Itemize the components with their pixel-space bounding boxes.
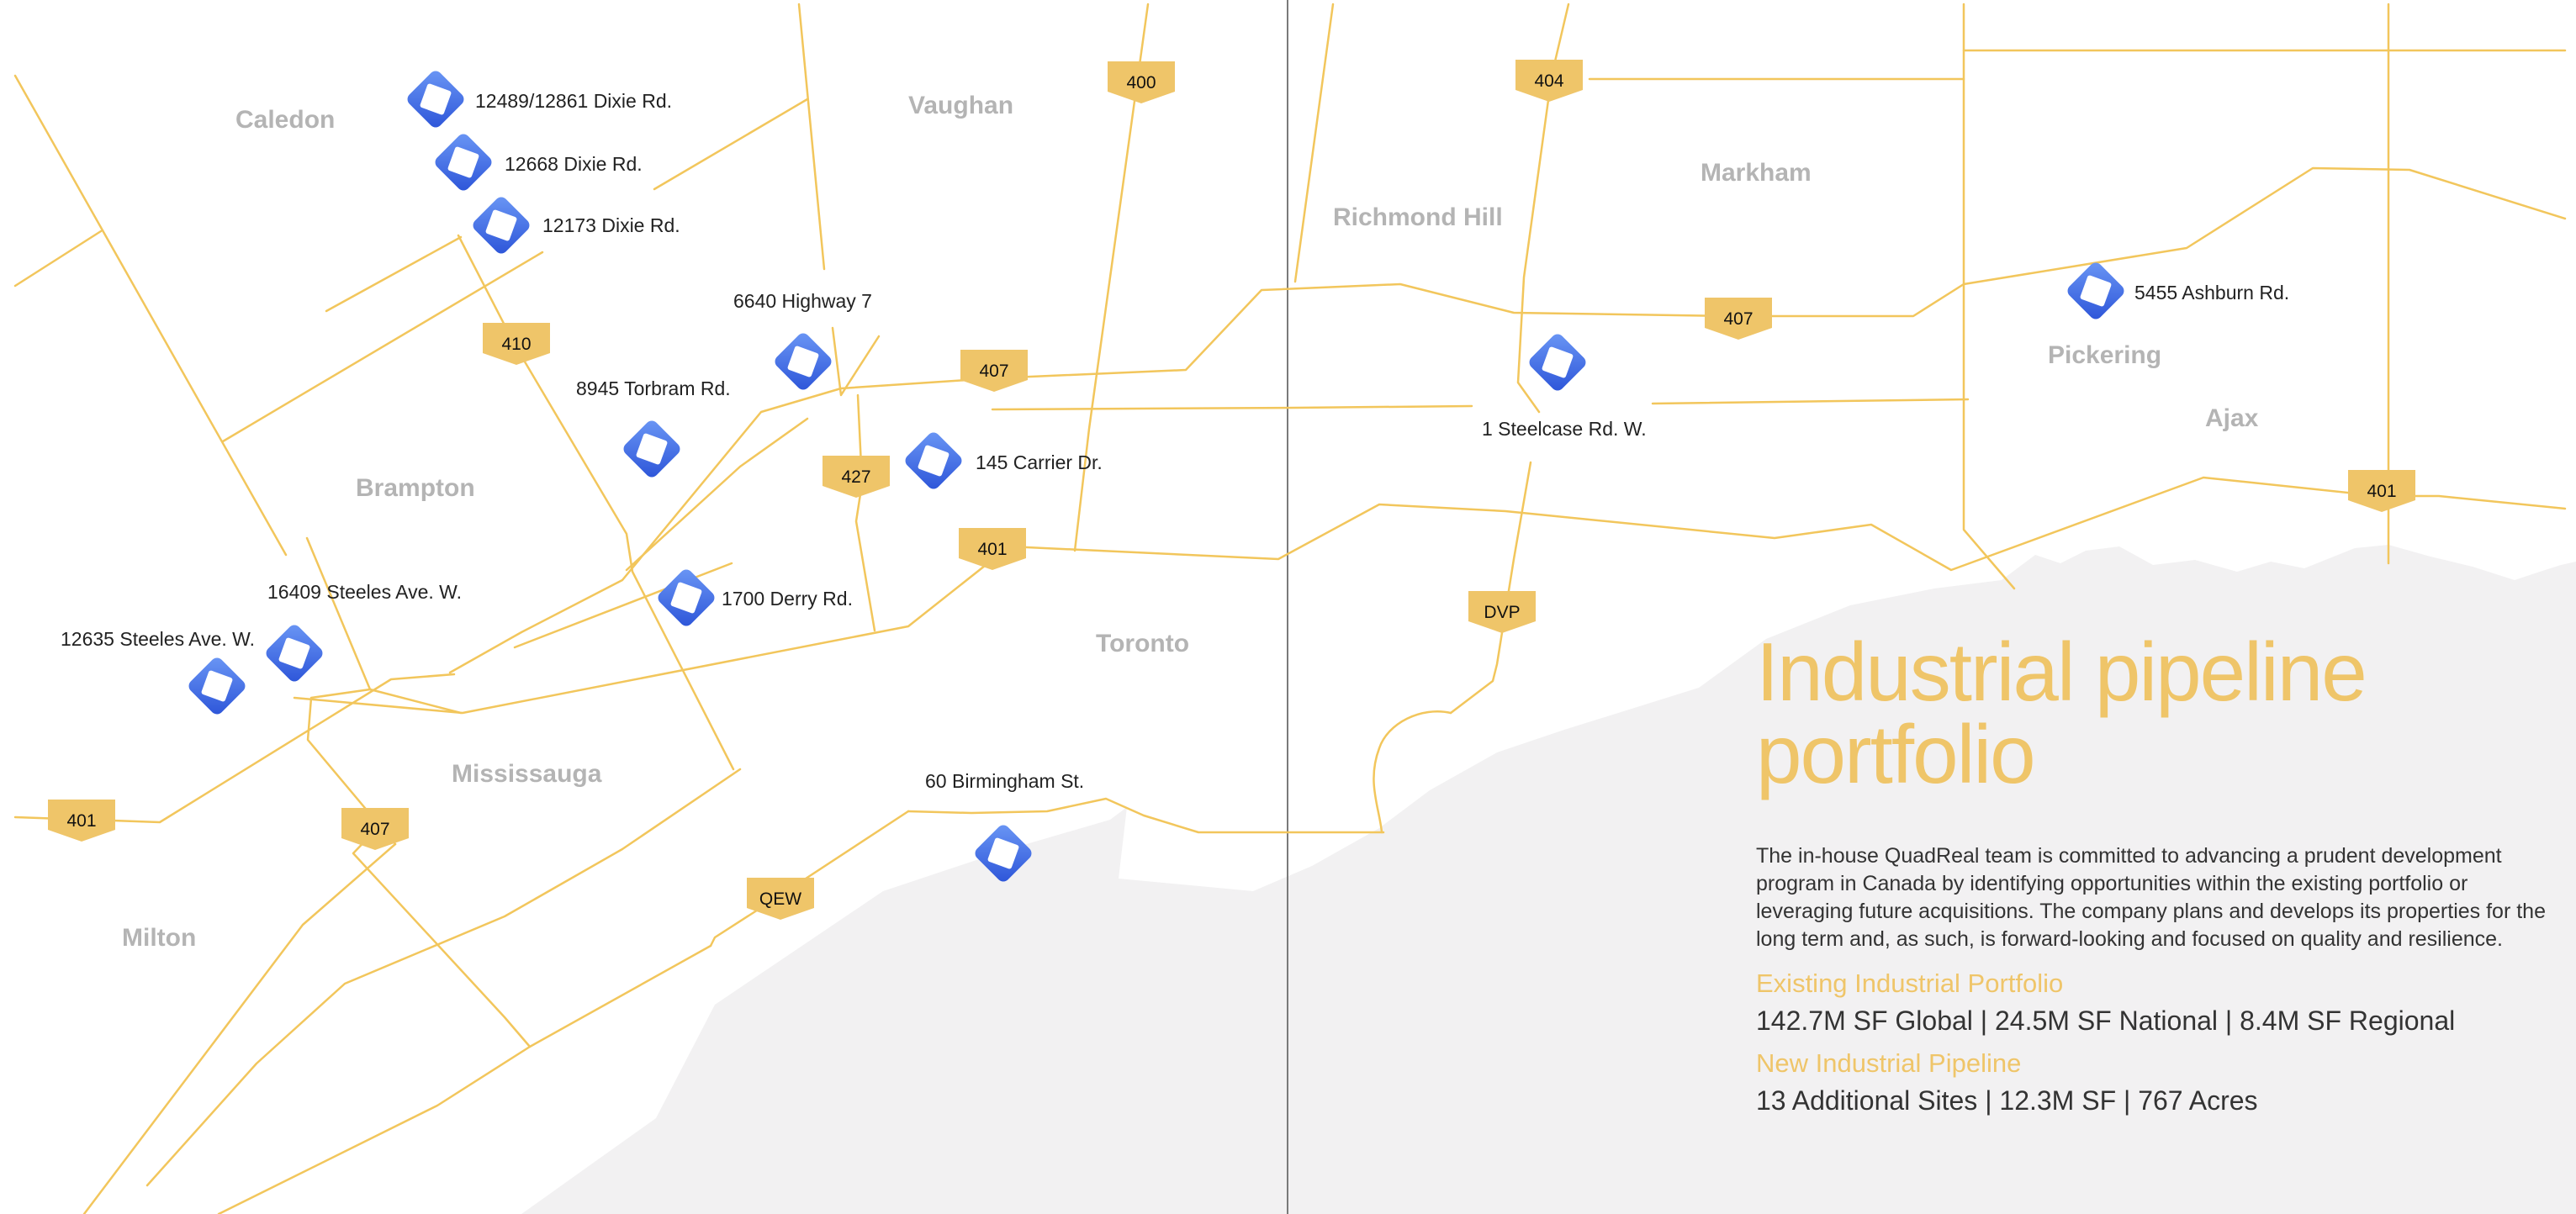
city-label-caledon: Caledon	[235, 106, 335, 134]
city-label-brampton: Brampton	[356, 474, 475, 502]
site-marker-derry-1700[interactable]: 1700 Derry Rd.	[655, 567, 853, 629]
site-label: 1 Steelcase Rd. W.	[1482, 418, 1647, 440]
svg-text:410: 410	[501, 335, 531, 354]
svg-text:407: 407	[1723, 309, 1753, 329]
highway-shield-407: 407	[960, 350, 1028, 392]
highway-shield-qew: QEW	[747, 878, 814, 920]
site-marker-steeles-16409[interactable]: 16409 Steeles Ave. W.	[263, 581, 462, 684]
site-marker-highway7-6640[interactable]: 6640 Highway 7	[733, 290, 872, 393]
site-label: 12173 Dixie Rd.	[542, 214, 680, 236]
pipeline-heading: New Industrial Pipeline	[1756, 1048, 2022, 1078]
highway-shield-427: 427	[823, 456, 890, 498]
city-label-markham: Markham	[1701, 159, 1812, 187]
svg-text:401: 401	[977, 540, 1007, 559]
site-marker-dixie-12489[interactable]: 12489/12861 Dixie Rd.	[405, 68, 672, 130]
site-label: 12489/12861 Dixie Rd.	[475, 90, 672, 112]
city-label-milton: Milton	[122, 924, 196, 952]
site-label: 145 Carrier Dr.	[976, 451, 1103, 473]
existing-portfolio-heading: Existing Industrial Portfolio	[1756, 969, 2064, 998]
svg-text:407: 407	[979, 362, 1008, 381]
highway-shield-407: 407	[341, 808, 409, 850]
city-label-toronto: Toronto	[1096, 630, 1189, 657]
site-marker-steelcase-1[interactable]: 1 Steelcase Rd. W.	[1482, 331, 1647, 440]
svg-text:404: 404	[1534, 71, 1563, 91]
city-label-pickering: Pickering	[2048, 341, 2161, 369]
highway-shield-400: 400	[1108, 61, 1175, 103]
info-panel: Industrial pipeline portfolio The in-hou…	[1756, 631, 2547, 1128]
page-title-line2: portfolio	[1756, 708, 2036, 800]
highway-shield-410: 410	[483, 323, 550, 365]
site-marker-dixie-12173[interactable]: 12173 Dixie Rd.	[470, 194, 680, 256]
highway-shield-dvp: DVP	[1468, 591, 1536, 633]
site-label: 5455 Ashburn Rd.	[2134, 282, 2289, 304]
highway-shield-407: 407	[1705, 298, 1772, 340]
svg-text:401: 401	[2367, 482, 2396, 501]
page-title-line1: Industrial pipeline	[1756, 625, 2367, 718]
svg-text:427: 427	[841, 467, 870, 487]
city-label-mississauga: Mississauga	[452, 760, 602, 788]
site-label: 6640 Highway 7	[733, 290, 872, 312]
site-marker-dixie-12668[interactable]: 12668 Dixie Rd.	[432, 131, 643, 193]
site-label: 16409 Steeles Ave. W.	[267, 581, 462, 603]
svg-text:407: 407	[360, 820, 389, 839]
highway-shield-401: 401	[48, 800, 115, 842]
svg-text:401: 401	[66, 811, 96, 831]
site-label: 1700 Derry Rd.	[722, 588, 853, 610]
page-title: Industrial pipeline portfolio	[1756, 631, 2547, 795]
site-label: 60 Birmingham St.	[925, 770, 1084, 792]
pipeline-value: 13 Additional Sites | 12.3M SF | 767 Acr…	[1756, 1085, 2258, 1116]
site-marker-ashburn-5455[interactable]: 5455 Ashburn Rd.	[2065, 260, 2289, 322]
highway-shield-401: 401	[959, 528, 1026, 570]
highway-shield-401: 401	[2348, 470, 2415, 512]
site-marker-torbram-8945[interactable]: 8945 Torbram Rd.	[576, 377, 731, 480]
description: The in-house QuadReal team is committed …	[1756, 844, 2546, 951]
city-label-ajax: Ajax	[2205, 404, 2259, 432]
site-label: 12668 Dixie Rd.	[505, 153, 643, 175]
highway-shield-404: 404	[1515, 60, 1583, 102]
site-label: 8945 Torbram Rd.	[576, 377, 731, 399]
city-label-richmond-hill: Richmond Hill	[1333, 203, 1503, 231]
city-label-vaughan: Vaughan	[908, 92, 1013, 119]
svg-text:400: 400	[1126, 73, 1156, 92]
site-marker-carrier-145[interactable]: 145 Carrier Dr.	[902, 430, 1103, 492]
existing-portfolio-value: 142.7M SF Global | 24.5M SF National | 8…	[1756, 1006, 2456, 1036]
svg-text:DVP: DVP	[1484, 603, 1520, 622]
site-label: 12635 Steeles Ave. W.	[61, 628, 255, 650]
svg-text:QEW: QEW	[759, 889, 801, 909]
site-marker-steeles-12635[interactable]: 12635 Steeles Ave. W.	[61, 628, 255, 717]
